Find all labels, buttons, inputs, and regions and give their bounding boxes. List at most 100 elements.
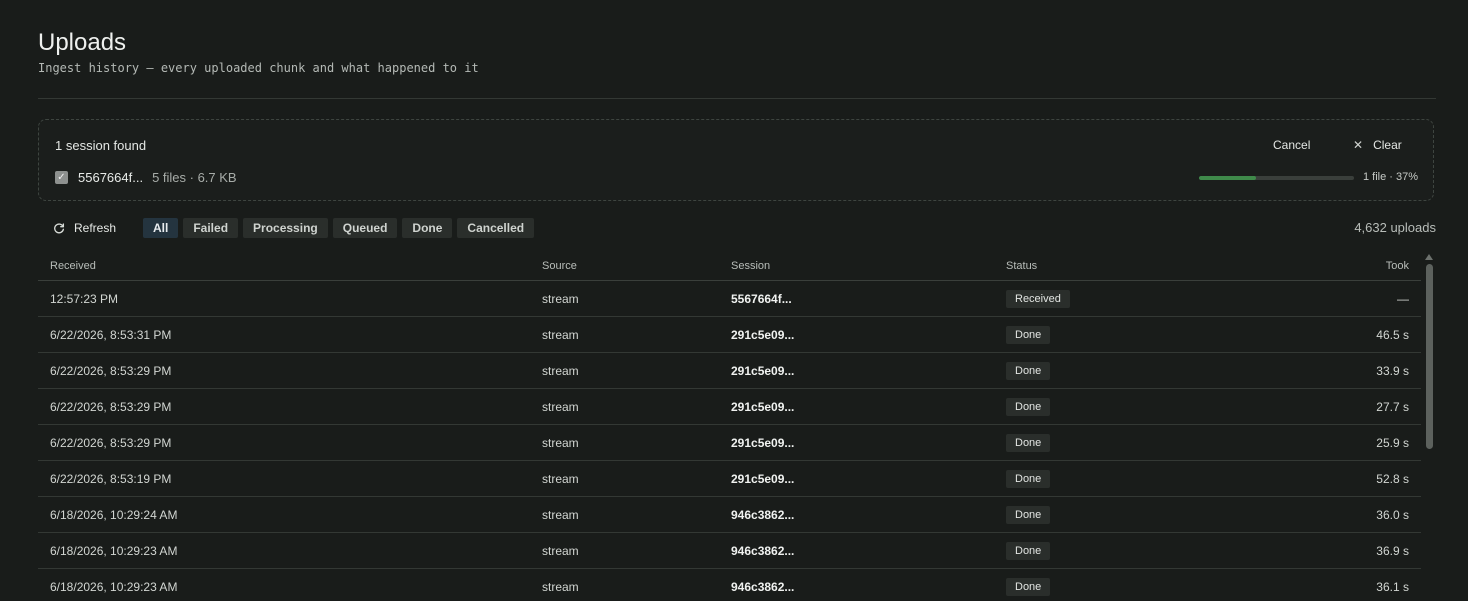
filter-processing[interactable]: Processing xyxy=(243,218,328,238)
cell-session: 291c5e09... xyxy=(719,316,994,353)
status-badge: Done xyxy=(1006,361,1051,380)
table-row[interactable]: 6/22/2026, 8:53:19 PM stream 291c5e09... Do… xyxy=(38,460,1421,497)
uploads-table-container: Received Source Session Status Took 12:5… xyxy=(38,252,1421,601)
table-header-row: Received Source Session Status Took xyxy=(38,252,1421,281)
cell-took: 36.9 s xyxy=(1274,532,1421,569)
cell-status: Done xyxy=(994,352,1274,389)
cell-session: 946c3862... xyxy=(719,496,994,533)
session-progress-fill xyxy=(1199,176,1257,180)
cell-session: 5567664f... xyxy=(719,280,994,317)
session-row: ✓ 5567664f... 5 files · 6.7 KB xyxy=(55,170,237,185)
session-checkbox[interactable]: ✓ xyxy=(55,171,68,184)
column-header-session[interactable]: Session xyxy=(719,252,994,281)
cell-session: 291c5e09... xyxy=(719,460,994,497)
session-progress-bar xyxy=(1199,176,1354,180)
uploads-table: Received Source Session Status Took 12:5… xyxy=(38,252,1421,601)
cell-received: 6/18/2026, 10:29:23 AM xyxy=(38,568,530,601)
cell-took: 36.0 s xyxy=(1274,496,1421,533)
cell-status: Done xyxy=(994,388,1274,425)
cell-took: 36.1 s xyxy=(1274,568,1421,601)
cell-received: 6/22/2026, 8:53:31 PM xyxy=(38,316,530,353)
page-header: Uploads Ingest history — every uploaded … xyxy=(38,28,479,75)
cell-received: 6/22/2026, 8:53:29 PM xyxy=(38,424,530,461)
status-badge: Done xyxy=(1006,433,1051,452)
clear-button[interactable]: ✕ Clear xyxy=(1341,134,1414,156)
table-row[interactable]: 6/18/2026, 10:29:24 AM stream 946c3862... D… xyxy=(38,496,1421,533)
cell-source: stream xyxy=(530,388,719,425)
cell-status: Done xyxy=(994,316,1274,353)
table-row[interactable]: 6/18/2026, 10:29:23 AM stream 946c3862... D… xyxy=(38,532,1421,569)
refresh-button[interactable]: Refresh xyxy=(52,217,116,239)
session-id: 5567664f... xyxy=(78,170,144,185)
cell-status: Received xyxy=(994,280,1274,317)
cell-source: stream xyxy=(530,316,719,353)
scroll-up-arrow-icon[interactable] xyxy=(1425,254,1433,260)
status-filter-group: All Failed Processing Queued Done Cancelled xyxy=(143,218,535,238)
cell-took: 33.9 s xyxy=(1274,352,1421,389)
refresh-button-label: Refresh xyxy=(74,221,117,235)
status-badge: Done xyxy=(1006,577,1051,596)
cancel-button[interactable]: Cancel xyxy=(1261,134,1322,156)
filter-cancelled[interactable]: Cancelled xyxy=(457,218,535,238)
cell-took: 46.5 s xyxy=(1274,316,1421,353)
session-progress-label: 1 file · 37% xyxy=(1363,171,1419,183)
status-badge: Done xyxy=(1006,397,1051,416)
session-count-label: 1 session found xyxy=(55,138,147,153)
cell-received: 12:57:23 PM xyxy=(38,280,530,317)
table-row[interactable]: 12:57:23 PM stream 5567664f... Received — xyxy=(38,280,1421,317)
status-badge: Done xyxy=(1006,469,1051,488)
cell-session: 291c5e09... xyxy=(719,388,994,425)
cell-received: 6/22/2026, 8:53:29 PM xyxy=(38,352,530,389)
page-title: Uploads xyxy=(38,29,127,56)
column-header-status[interactable]: Status xyxy=(994,252,1274,281)
cell-source: stream xyxy=(530,352,719,389)
uploads-page: Uploads Ingest history — every uploaded … xyxy=(0,0,1468,601)
cell-status: Done xyxy=(994,460,1274,497)
column-header-took[interactable]: Took xyxy=(1274,252,1421,281)
cell-received: 6/22/2026, 8:53:29 PM xyxy=(38,388,530,425)
upload-count: 4,632 uploads xyxy=(1354,220,1436,235)
close-icon: ✕ xyxy=(1353,138,1364,152)
filter-all[interactable]: All xyxy=(143,218,179,238)
cell-source: stream xyxy=(530,568,719,601)
refresh-icon xyxy=(54,223,65,234)
cell-received: 6/22/2026, 8:53:19 PM xyxy=(38,460,530,497)
column-header-source[interactable]: Source xyxy=(530,252,719,281)
cell-received: 6/18/2026, 10:29:24 AM xyxy=(38,496,530,533)
uploads-table-body: 12:57:23 PM stream 5567664f... Received —6/2… xyxy=(38,280,1421,601)
cell-status: Done xyxy=(994,496,1274,533)
table-row[interactable]: 6/18/2026, 10:29:23 AM stream 946c3862... D… xyxy=(38,568,1421,601)
cell-source: stream xyxy=(530,280,719,317)
cell-session: 946c3862... xyxy=(719,532,994,569)
filter-done[interactable]: Done xyxy=(402,218,453,238)
clear-button-label: Clear xyxy=(1373,138,1402,152)
page-subtitle: Ingest history — every uploaded chunk an… xyxy=(38,61,479,75)
column-header-received[interactable]: Received xyxy=(38,252,530,281)
uploads-toolbar: Refresh All Failed Processing Queued Done Can… xyxy=(38,217,1436,239)
cell-session: 946c3862... xyxy=(719,568,994,601)
scrollbar-thumb[interactable] xyxy=(1425,264,1433,449)
filter-queued[interactable]: Queued xyxy=(332,218,398,238)
table-row[interactable]: 6/22/2026, 8:53:29 PM stream 291c5e09... Do… xyxy=(38,388,1421,425)
cell-source: stream xyxy=(530,424,719,461)
session-meta: 5 files · 6.7 KB xyxy=(152,170,237,185)
filter-failed[interactable]: Failed xyxy=(183,218,239,238)
status-badge: Done xyxy=(1006,325,1051,344)
cell-status: Done xyxy=(994,424,1274,461)
cell-took: — xyxy=(1274,280,1421,317)
table-scrollbar[interactable] xyxy=(1424,252,1434,452)
cell-status: Done xyxy=(994,568,1274,601)
status-badge: Received xyxy=(1006,289,1070,308)
cell-session: 291c5e09... xyxy=(719,352,994,389)
table-row[interactable]: 6/22/2026, 8:53:29 PM stream 291c5e09... Do… xyxy=(38,352,1421,389)
cell-status: Done xyxy=(994,532,1274,569)
cell-source: stream xyxy=(530,496,719,533)
header-divider xyxy=(38,98,1436,99)
session-panel: 1 session found Cancel ✕ Clear ✓ 5567664… xyxy=(38,119,1434,201)
cell-took: 52.8 s xyxy=(1274,460,1421,497)
cell-received: 6/18/2026, 10:29:23 AM xyxy=(38,532,530,569)
status-badge: Done xyxy=(1006,541,1051,560)
cell-took: 27.7 s xyxy=(1274,388,1421,425)
table-row[interactable]: 6/22/2026, 8:53:29 PM stream 291c5e09... Do… xyxy=(38,424,1421,461)
table-row[interactable]: 6/22/2026, 8:53:31 PM stream 291c5e09... Do… xyxy=(38,316,1421,353)
